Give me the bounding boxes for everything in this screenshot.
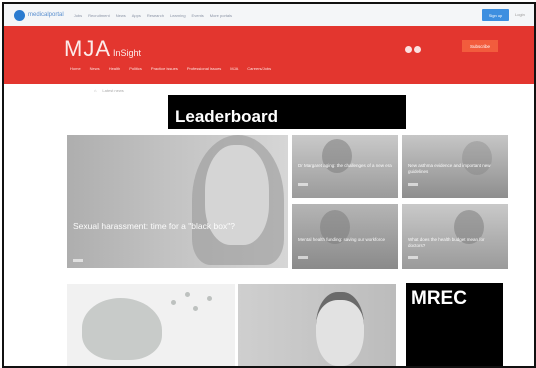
portal-nav-item[interactable]: Events [192,13,204,18]
header-nav-item[interactable]: Practice issues [151,66,178,71]
portal-logo-icon [14,9,25,21]
brain-particle [171,300,176,305]
article-title: New asthma evidence and important new gu… [408,163,491,174]
portal-logo[interactable]: medicalportal [14,9,64,21]
article-tile-portrait[interactable] [238,284,396,366]
article-meta [298,183,308,186]
brain-particle [207,296,212,301]
portal-nav-item[interactable]: Apps [132,13,141,18]
portal-top-bar: medicalportal Jobs Recruitment News Apps… [4,4,534,27]
brain-particle [185,292,190,297]
article-title: Dr Margaret aging: the challenges of a n… [298,163,392,168]
brain-particle [193,306,198,311]
article-meta [73,259,83,262]
browser-frame: medicalportal Jobs Recruitment News Apps… [2,2,536,368]
leaderboard-ad[interactable]: Leaderboard [168,95,406,129]
header-nav-item[interactable]: Careers/Jobs [247,66,271,71]
mrec-ad[interactable]: MREC [406,283,503,366]
social-icon[interactable] [414,46,421,53]
login-link[interactable]: Login [515,12,525,17]
breadcrumb: ⌂ Latest news [94,88,124,93]
home-icon[interactable]: ⌂ [94,88,96,93]
site-brand[interactable]: MJA InSight [64,36,141,62]
article-tile[interactable]: Dr Margaret aging: the challenges of a n… [292,135,398,198]
brand-main: MJA [64,36,111,61]
portal-nav-item[interactable]: News [116,13,126,18]
article-tile[interactable]: What does the health budget mean for doc… [402,204,508,269]
social-icon[interactable] [405,46,412,53]
brand-sub: InSight [113,48,142,58]
portal-nav-item[interactable]: Jobs [74,13,82,18]
header-nav-item[interactable]: Professional issues [187,66,221,71]
article-tile[interactable]: New asthma evidence and important new gu… [402,135,508,198]
portal-nav: Jobs Recruitment News Apps Research Lear… [74,13,232,18]
breadcrumb-item[interactable]: Latest news [102,88,123,93]
leaderboard-ad-label: Leaderboard [175,107,278,126]
header-nav: Home News Health Politics Practice issue… [70,66,271,71]
subscribe-button[interactable]: Subscribe [462,40,498,52]
portal-logo-text: medicalportal [28,12,64,18]
header-nav-item[interactable]: Home [70,66,81,71]
portal-nav-item[interactable]: More portals [210,13,232,18]
brain-image [82,298,162,360]
portal-nav-item[interactable]: Recruitment [88,13,110,18]
mrec-ad-label: MREC [411,288,467,309]
article-meta [408,256,418,259]
social-links [405,46,421,53]
signup-button[interactable]: Sign up [482,9,509,21]
featured-article-tile[interactable]: Sexual harassment: time for a "black box… [67,135,288,268]
site-header: MJA InSight Subscribe Home News Health Po… [4,26,534,84]
header-nav-item[interactable]: Health [109,66,121,71]
portrait-photo [316,292,364,366]
article-title: What does the health budget mean for doc… [408,237,485,248]
article-title: Mental health funding: saving our workfo… [298,237,386,242]
header-nav-item[interactable]: MJA [230,66,238,71]
header-nav-item[interactable]: Politics [129,66,142,71]
portal-nav-item[interactable]: Research [147,13,164,18]
article-tile[interactable]: Mental health funding: saving our workfo… [292,204,398,269]
article-tile-brain[interactable] [67,284,235,366]
header-nav-item[interactable]: News [90,66,100,71]
featured-article-title: Sexual harassment: time for a "black box… [73,221,235,231]
article-meta [298,256,308,259]
article-meta [408,183,418,186]
portal-nav-item[interactable]: Learning [170,13,186,18]
